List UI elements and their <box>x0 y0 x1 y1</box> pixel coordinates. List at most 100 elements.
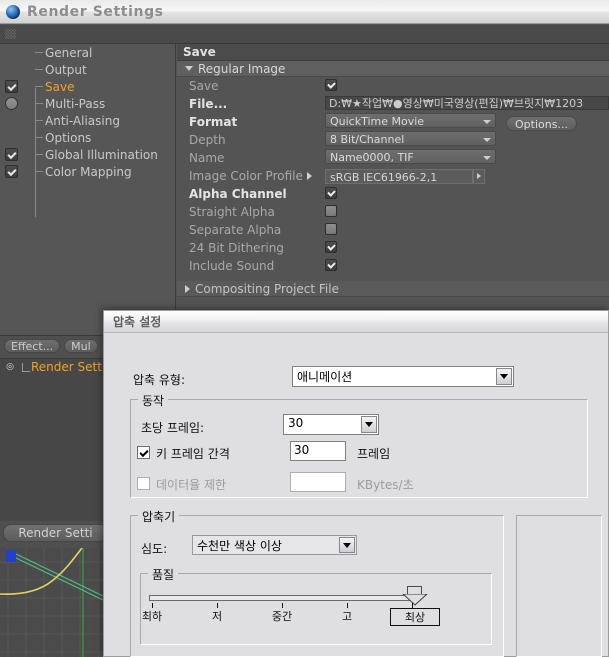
compression-type-select[interactable]: 애니메이션 <box>292 366 514 387</box>
properties-panel: Save Regular Image Save File... D:₩★작업₩●영상… <box>177 44 609 334</box>
tree-item-label: Multi-Pass <box>45 96 106 111</box>
viewport-3d[interactable] <box>0 548 109 657</box>
settings-tree-panel: General Output Save Multi-Pass Anti-Aliasing… <box>0 44 176 334</box>
chevron-down-icon <box>185 66 193 71</box>
quality-tick-label[interactable]: 최하 <box>130 608 174 624</box>
keyframe-interval-checkbox[interactable] <box>137 446 150 459</box>
property-label[interactable]: File... <box>189 97 227 111</box>
tree-item-options[interactable]: Options <box>0 129 175 146</box>
tree-item-toggle-icon[interactable] <box>5 97 18 110</box>
property-value-profile: sRGB IEC61966-2,1 <box>325 168 485 184</box>
tree-item-label: Color Mapping <box>45 164 132 179</box>
tree-item-save[interactable]: Save <box>0 78 175 95</box>
drag-grip-icon[interactable] <box>5 29 16 39</box>
tree-item-checkbox[interactable] <box>5 148 18 161</box>
property-value-checkbox <box>325 222 337 238</box>
datarate-limit-input[interactable] <box>290 472 346 492</box>
group-regular-image-label: Regular Image <box>198 61 286 76</box>
property-label: Straight Alpha <box>189 205 275 219</box>
datarate-limit-label: 데이터율 제한 <box>156 478 227 492</box>
image-color-profile-field[interactable]: sRGB IEC61966-2,1 <box>325 168 473 184</box>
quality-tick-label[interactable]: 고 <box>325 608 369 624</box>
properties-header: Save <box>177 44 609 61</box>
compression-settings-dialog: 압축 설정 압축 유형: 애니메이션 동작 초당 프레임: 30 키 프레임 간… <box>103 310 609 657</box>
tree-item-checkbox[interactable] <box>5 80 18 93</box>
property-leader-dots <box>232 99 319 109</box>
fps-select[interactable]: 30 <box>283 414 379 435</box>
property-checkbox[interactable] <box>325 240 337 253</box>
property-value-checkbox <box>325 240 337 256</box>
tree-item-global-illumination[interactable]: Global Illumination <box>0 146 175 163</box>
property-leader-dots <box>230 135 329 145</box>
quality-tick-label[interactable]: 최상 <box>390 608 440 626</box>
property-label[interactable]: Alpha Channel <box>189 187 287 201</box>
motion-group-title: 동작 <box>138 392 169 409</box>
property-row-save: Save <box>177 77 609 95</box>
fps-label: 초당 프레임: <box>141 421 205 435</box>
quality-tick-label[interactable]: 저 <box>195 608 239 624</box>
effect-button[interactable]: Effect... <box>4 339 61 353</box>
property-select-depth[interactable]: 8 Bit/Channel <box>325 131 496 146</box>
render-settings-icon: ◎ <box>6 362 14 372</box>
property-leader-dots <box>288 243 321 253</box>
tree-branch-icon <box>35 154 43 155</box>
property-label: Save <box>189 79 219 93</box>
property-checkbox[interactable] <box>325 78 337 91</box>
tree-item-color-mapping[interactable]: Color Mapping <box>0 163 175 180</box>
tree-item-anti-aliasing[interactable]: Anti-Aliasing <box>0 112 175 129</box>
page-title: Render Settings <box>27 3 164 20</box>
tree-branch-icon <box>35 103 43 104</box>
group-compositing-project-file[interactable]: Compositing Project File <box>177 281 609 297</box>
keyframe-interval-label: 키 프레임 간격 <box>156 447 230 461</box>
chevron-right-icon <box>185 284 190 293</box>
dialog-body: 압축 유형: 애니메이션 동작 초당 프레임: 30 키 프레임 간격 30 프… <box>104 333 608 657</box>
property-value-checkbox <box>325 258 337 274</box>
render-settings-footer-button[interactable]: Render Setti <box>3 524 108 542</box>
property-row-format: Format QuickTime Movie Options... <box>177 113 609 131</box>
tree-item-output[interactable]: Output <box>0 61 175 78</box>
property-row-straight-alpha: Straight Alpha <box>177 203 609 221</box>
fps-value: 30 <box>288 416 304 430</box>
property-leader-dots <box>279 261 330 271</box>
keyframe-interval-input[interactable]: 30 <box>290 441 346 461</box>
property-label: 24 Bit Dithering <box>189 241 284 255</box>
property-leader-dots <box>286 225 331 235</box>
sphere-orb-icon <box>6 4 20 19</box>
property-select-format[interactable]: QuickTime Movie <box>325 113 496 128</box>
viewport-graphics <box>0 548 109 657</box>
depth-select[interactable]: 수천만 색상 이상 <box>192 535 357 555</box>
chevron-down-icon[interactable] <box>361 416 377 433</box>
quality-tick-label[interactable]: 중간 <box>260 608 304 624</box>
tree-item-label: Anti-Aliasing <box>45 113 120 128</box>
property-value-combo: Name0000, TIF <box>325 149 496 167</box>
quality-slider-track[interactable] <box>149 595 417 601</box>
tree-item-checkbox[interactable] <box>5 165 18 178</box>
tree-branch-icon <box>35 69 43 70</box>
object-manager-panel: Effect... Mul ◎ Render Setti Render Sett… <box>0 335 109 548</box>
chevron-right-icon[interactable] <box>306 172 312 180</box>
property-label[interactable]: Format <box>189 115 237 129</box>
property-checkbox[interactable] <box>325 204 337 217</box>
multipass-button[interactable]: Mul <box>64 339 98 353</box>
property-checkbox[interactable] <box>325 222 337 235</box>
tree-branch-icon <box>35 171 43 172</box>
list-item[interactable]: ◎ Render Setti <box>0 359 109 375</box>
tree-item-label: Output <box>45 62 87 77</box>
file-path-input[interactable]: D:₩★작업₩●영상₩미국영상(편집)₩브릿지₩1203 <box>325 95 609 110</box>
tree-item-multi-pass[interactable]: Multi-Pass <box>0 95 175 112</box>
list-item-label: Render Setti <box>31 360 106 374</box>
chevron-down-icon[interactable] <box>496 368 512 385</box>
property-checkbox[interactable] <box>325 186 337 199</box>
property-row-24-bit-dithering: 24 Bit Dithering <box>177 239 609 257</box>
depth-label: 심도: <box>141 542 168 556</box>
property-checkbox[interactable] <box>325 258 337 271</box>
property-value-checkbox <box>325 186 337 202</box>
window-titlebar: Render Settings <box>0 0 609 24</box>
group-regular-image[interactable]: Regular Image <box>177 61 609 77</box>
tree-item-general[interactable]: General <box>0 44 175 61</box>
datarate-limit-checkbox[interactable] <box>137 477 150 490</box>
property-select-name[interactable]: Name0000, TIF <box>325 149 496 164</box>
format-options-button[interactable]: Options... <box>506 116 577 131</box>
image-color-profile-menu-button[interactable] <box>473 168 485 184</box>
chevron-down-icon[interactable] <box>339 537 355 553</box>
